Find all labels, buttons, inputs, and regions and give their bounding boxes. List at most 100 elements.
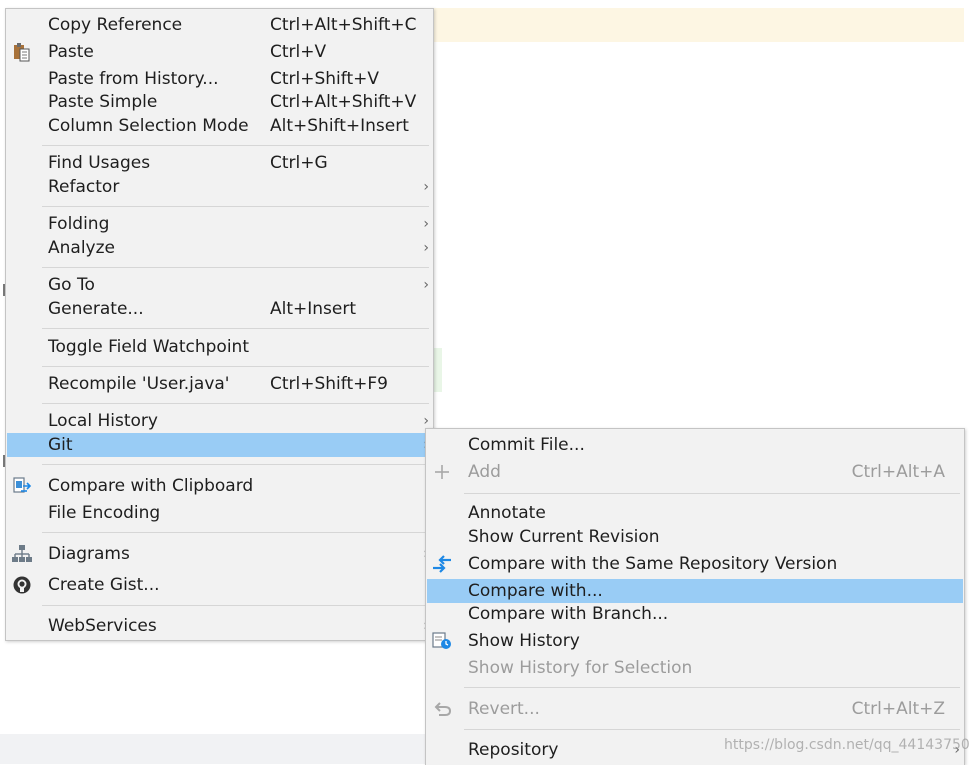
submenu-item-compare-with-branch[interactable]: Compare with Branch... <box>427 602 963 626</box>
menu-item-local-history[interactable]: Local History › <box>7 409 432 433</box>
menu-item-label: Show Current Revision <box>468 527 660 547</box>
menu-item-label: Paste from History... <box>48 69 219 89</box>
menu-item-label: Create Gist... <box>48 575 160 595</box>
chevron-right-icon: › <box>423 277 429 293</box>
menu-item-label: WebServices <box>48 616 157 636</box>
menu-item-label: Git <box>48 435 73 455</box>
menu-item-label: Annotate <box>468 503 546 523</box>
menu-item-shortcut: Ctrl+Alt+Shift+V <box>270 92 417 112</box>
menu-item-label: Find Usages <box>48 153 151 173</box>
menu-item-label: Generate... <box>48 299 144 319</box>
submenu-item-compare-same-repo-version[interactable]: Compare with the Same Repository Version <box>427 552 963 576</box>
github-icon <box>13 576 31 594</box>
menu-item-shortcut: Alt+Insert <box>270 299 357 319</box>
menu-item-copy-reference[interactable]: Copy Reference Ctrl+Alt+Shift+C <box>7 13 432 37</box>
menu-item-paste-from-history[interactable]: Paste from History... Ctrl+Shift+V <box>7 67 432 91</box>
editor-context-menu: Copy Reference Ctrl+Alt+Shift+C Paste Ct… <box>5 8 434 641</box>
menu-item-label: Local History <box>48 411 158 431</box>
menu-item-compare-with-clipboard[interactable]: Compare with Clipboard <box>7 474 432 498</box>
menu-item-label: Compare with the Same Repository Version <box>468 554 838 574</box>
submenu-item-annotate[interactable]: Annotate <box>427 501 963 525</box>
menu-item-label: Repository <box>468 740 559 760</box>
compare-arrows-icon <box>433 555 451 573</box>
menu-item-label: Go To <box>48 275 95 295</box>
menu-item-label: Show History for Selection <box>468 658 693 678</box>
submenu-item-commit-file[interactable]: Commit File... <box>427 433 963 457</box>
menu-item-label: Paste <box>48 42 94 62</box>
submenu-item-show-history-for-selection[interactable]: Show History for Selection <box>427 656 963 680</box>
menu-separator <box>42 532 429 533</box>
menu-item-label: Folding <box>48 214 110 234</box>
menu-item-shortcut: Ctrl+Alt+A <box>851 462 945 482</box>
menu-item-label: Analyze <box>48 238 115 258</box>
menu-item-label: Compare with Clipboard <box>48 476 254 496</box>
menu-separator <box>42 328 429 329</box>
menu-item-paste[interactable]: Paste Ctrl+V <box>7 40 432 64</box>
menu-item-label: Refactor <box>48 177 120 197</box>
menu-item-label: Recompile 'User.java' <box>48 374 230 394</box>
compare-clipboard-icon <box>13 477 32 493</box>
menu-item-find-usages[interactable]: Find Usages Ctrl+G <box>7 151 432 175</box>
menu-separator <box>42 366 429 367</box>
submenu-item-show-history[interactable]: Show History <box>427 629 963 653</box>
submenu-item-add[interactable]: Add Ctrl+Alt+A <box>427 460 963 484</box>
editor-status-area <box>0 734 430 764</box>
menu-separator <box>42 267 429 268</box>
menu-item-label: Compare with... <box>468 581 603 601</box>
menu-separator <box>42 145 429 146</box>
menu-item-git[interactable]: Git › <box>7 433 432 457</box>
menu-item-toggle-field-watchpoint[interactable]: Toggle Field Watchpoint <box>7 335 432 359</box>
diagrams-icon <box>12 545 32 562</box>
menu-item-shortcut: Ctrl+Alt+Shift+C <box>270 15 417 35</box>
menu-item-shortcut: Ctrl+Shift+F9 <box>270 374 388 394</box>
menu-item-shortcut: Ctrl+Shift+V <box>270 69 380 89</box>
menu-item-label: Revert... <box>468 699 540 719</box>
submenu-item-revert[interactable]: Revert... Ctrl+Alt+Z <box>427 697 963 721</box>
revert-icon <box>434 702 452 716</box>
menu-item-folding[interactable]: Folding › <box>7 212 432 236</box>
editor-highlight-strip <box>432 8 964 42</box>
menu-item-label: Compare with Branch... <box>468 604 669 624</box>
plus-icon <box>435 465 449 479</box>
menu-item-label: Copy Reference <box>48 15 183 35</box>
menu-item-label: Paste Simple <box>48 92 158 112</box>
menu-item-refactor[interactable]: Refactor › <box>7 175 432 199</box>
watermark: https://blog.csdn.net/qq_44143750 <box>724 737 970 753</box>
menu-item-analyze[interactable]: Analyze › <box>7 236 432 260</box>
menu-item-shortcut: Alt+Shift+Insert <box>270 116 409 136</box>
menu-separator <box>42 403 429 404</box>
menu-item-recompile[interactable]: Recompile 'User.java' Ctrl+Shift+F9 <box>7 372 432 396</box>
menu-item-label: Commit File... <box>468 435 585 455</box>
menu-separator <box>464 493 960 494</box>
submenu-item-compare-with[interactable]: Compare with... <box>427 579 963 603</box>
menu-item-paste-simple[interactable]: Paste Simple Ctrl+Alt+Shift+V <box>7 90 432 114</box>
menu-item-label: Diagrams <box>48 544 130 564</box>
menu-item-label: File Encoding <box>48 503 161 523</box>
menu-item-webservices[interactable]: WebServices › <box>7 614 432 638</box>
clipboard-paste-icon <box>14 43 30 62</box>
menu-separator <box>464 687 960 688</box>
menu-separator <box>42 605 429 606</box>
menu-separator <box>42 464 429 465</box>
chevron-right-icon: › <box>423 240 429 256</box>
menu-item-go-to[interactable]: Go To › <box>7 273 432 297</box>
menu-separator <box>464 729 960 730</box>
menu-item-column-selection-mode[interactable]: Column Selection Mode Alt+Shift+Insert <box>7 114 432 138</box>
menu-item-generate[interactable]: Generate... Alt+Insert <box>7 297 432 321</box>
menu-item-label: Add <box>468 462 501 482</box>
menu-separator <box>42 206 429 207</box>
chevron-right-icon: › <box>423 216 429 232</box>
menu-item-diagrams[interactable]: Diagrams › <box>7 542 432 566</box>
menu-item-shortcut: Ctrl+G <box>270 153 328 173</box>
menu-item-label: Column Selection Mode <box>48 116 249 136</box>
menu-item-shortcut: Ctrl+Alt+Z <box>851 699 945 719</box>
show-history-icon <box>432 632 451 649</box>
menu-item-label: Show History <box>468 631 580 651</box>
chevron-right-icon: › <box>423 179 429 195</box>
menu-item-label: Toggle Field Watchpoint <box>48 337 249 357</box>
submenu-item-show-current-revision[interactable]: Show Current Revision <box>427 525 963 549</box>
menu-item-create-gist[interactable]: Create Gist... <box>7 573 432 597</box>
git-submenu: Commit File... Add Ctrl+Alt+A Annotate S… <box>425 428 965 765</box>
menu-item-shortcut: Ctrl+V <box>270 42 327 62</box>
menu-item-file-encoding[interactable]: File Encoding <box>7 501 432 525</box>
